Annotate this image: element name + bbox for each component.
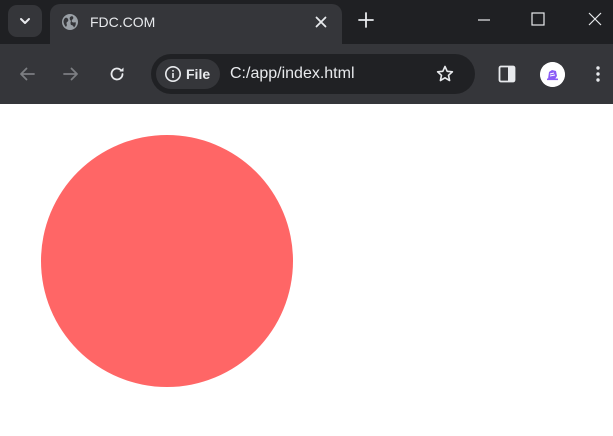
side-panel-icon[interactable] [497, 64, 517, 84]
maximize-icon[interactable] [530, 11, 546, 27]
globe-icon [62, 14, 78, 30]
address-bar[interactable]: File C:/app/index.html [151, 54, 475, 94]
window-close-icon[interactable] [587, 11, 603, 27]
tab-title: FDC.COM [90, 14, 156, 30]
reload-icon[interactable] [107, 64, 127, 84]
toolbar: File C:/app/index.html [0, 44, 613, 104]
kebab-menu-icon[interactable] [588, 64, 608, 84]
site-info-chip[interactable]: File [156, 59, 220, 89]
site-info-label: File [186, 66, 211, 82]
tab-search-button[interactable] [8, 5, 42, 37]
close-icon[interactable] [312, 13, 330, 31]
chevron-down-icon [20, 18, 30, 24]
info-icon [165, 66, 181, 82]
arrow-left-icon[interactable] [17, 64, 37, 84]
url-text[interactable]: C:/app/index.html [230, 65, 355, 83]
avatar[interactable] [540, 62, 565, 87]
tab-strip: FDC.COM [0, 0, 613, 44]
plus-icon[interactable] [356, 10, 376, 30]
red-circle [41, 135, 293, 387]
browser-window: FDC.COM File C:/app/index.html [0, 0, 613, 436]
page-viewport [0, 104, 613, 436]
tab-active[interactable]: FDC.COM [50, 4, 342, 44]
profile-avatar-icon [540, 62, 565, 87]
arrow-right-icon[interactable] [61, 64, 81, 84]
star-icon[interactable] [435, 64, 455, 84]
minimize-icon[interactable] [476, 12, 492, 28]
